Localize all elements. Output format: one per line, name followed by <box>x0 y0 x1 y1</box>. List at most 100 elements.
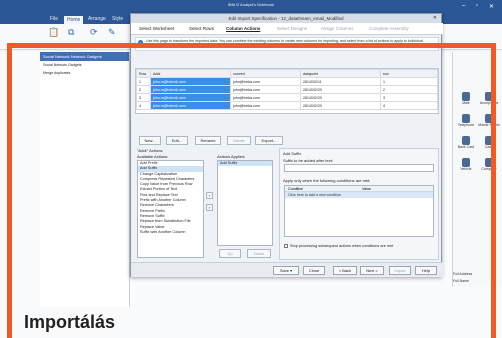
table-cell: 2 <box>136 85 151 94</box>
table-cell[interactable]: john@icbba.com <box>230 85 301 94</box>
table-row[interactable]: 4 john.m@icbenk.com john@icbba.com 28/10… <box>136 101 438 110</box>
actions-panel: "Addr" Actions: Available Actions: Actio… <box>137 148 274 260</box>
step-assign-columns: Assign Columns <box>321 26 354 31</box>
step-column-actions[interactable]: Column Actions <box>226 26 260 31</box>
sidebar-item[interactable]: Social Network Gadgets <box>40 61 129 69</box>
table-cell[interactable]: 3 <box>380 93 438 102</box>
suffix-input[interactable] <box>284 164 434 172</box>
palette-pane: Male Anonymous Telephone Mobile Phone Ba… <box>452 52 502 287</box>
palette-item-full-address[interactable]: Full Address <box>453 272 501 276</box>
applied-actions-label: Actions Applied: <box>217 154 246 159</box>
available-actions-label: Available Actions: <box>137 154 169 159</box>
column-header[interactable]: Addr <box>150 69 231 78</box>
list-item[interactable]: Add Suffix <box>218 161 272 167</box>
edit-column-button[interactable]: Edit... <box>166 136 188 145</box>
table-cell[interactable]: john@icbba.com <box>230 93 301 102</box>
column-header: Value <box>362 187 371 191</box>
tab-home[interactable]: Home <box>64 16 84 24</box>
table-row[interactable]: 1 john.m@icbenk.com john@icbba.com 28/10… <box>136 77 438 86</box>
table-cell: 1 <box>136 77 151 86</box>
new-column-button[interactable]: New... <box>139 136 161 145</box>
palette-item-anonymous[interactable]: Anonymous <box>478 92 500 105</box>
caption-text: Importálás <box>24 312 116 332</box>
paste-icon[interactable]: 📋 <box>48 27 59 38</box>
new-entity-icon[interactable]: ⧉ <box>68 27 74 38</box>
actions-title: "Addr" Actions: <box>137 148 164 153</box>
checkbox-icon[interactable] <box>284 244 288 248</box>
delete-column-button[interactable]: Delete <box>227 136 251 145</box>
import-spec-dialog: Edit Import Specification - 12_dataDream… <box>130 13 443 277</box>
next-button[interactable]: Next > <box>360 266 384 275</box>
add-action-button[interactable]: › <box>206 192 213 199</box>
palette-item-full-name[interactable]: Full Name <box>453 279 501 283</box>
palette-item-male[interactable]: Male <box>455 92 477 105</box>
tab-arrange[interactable]: Arrange <box>88 16 106 22</box>
table-cell[interactable]: john.m@icbenk.com <box>150 77 231 86</box>
add-condition-row[interactable]: Click here to add a new condition <box>285 192 433 198</box>
palette-item-computer[interactable]: Computer <box>478 158 500 171</box>
dialog-title: Edit Import Specification - 12_dataDream… <box>228 16 344 21</box>
table-cell[interactable]: john@icbba.com <box>230 101 301 110</box>
column-header[interactable]: convert <box>230 69 301 78</box>
stop-processing-label: Stop processing subsequent actions when … <box>290 244 394 248</box>
table-cell[interactable]: 4 <box>380 101 438 110</box>
window-title: IBM i2 Analyst's Notebook <box>227 2 275 7</box>
table-cell[interactable]: 1 <box>380 77 438 86</box>
stop-processing-checkbox[interactable]: Stop processing subsequent actions when … <box>284 244 393 248</box>
column-header: Condition <box>288 187 304 191</box>
sidebar-pane: Social Network Network Gadgets Social Ne… <box>40 52 130 307</box>
save-button[interactable]: Save ▾ <box>273 266 299 275</box>
import-button[interactable]: Import <box>389 266 411 275</box>
table-cell[interactable]: john@icbba.com <box>230 77 301 86</box>
dialog-title-bar: Edit Import Specification - 12_dataDream… <box>131 14 441 23</box>
app-window: IBM i2 Analyst's Notebook – ▫ ✕ File Hom… <box>0 0 502 338</box>
close-icon[interactable]: ✕ <box>433 14 437 23</box>
column-header[interactable]: datapoint <box>300 69 381 78</box>
info-panel: i Use this page to transform the importe… <box>135 37 439 51</box>
maximize-icon[interactable]: ▫ <box>476 3 478 9</box>
close-window-icon[interactable]: ✕ <box>489 3 494 10</box>
table-cell[interactable]: john.m@icbenk.com <box>150 93 231 102</box>
step-select-worksheet[interactable]: Select Worksheet <box>139 26 174 31</box>
table-cell[interactable]: 2 <box>380 85 438 94</box>
export-button[interactable]: Export... <box>255 136 283 145</box>
palette-item-vehicle[interactable]: Vehicle <box>455 158 477 171</box>
back-button[interactable]: < Back <box>333 266 357 275</box>
table-cell[interactable]: 28/10/02/20 <box>300 85 381 94</box>
tab-style[interactable]: Style <box>112 16 123 22</box>
data-preview-grid[interactable]: Row Addr convert datapoint sno 1 john.m@… <box>135 68 439 114</box>
step-complete-assembly: Complete Assembly <box>369 26 409 31</box>
help-button[interactable]: Help <box>415 266 437 275</box>
format-icon[interactable]: ✎ <box>108 27 116 38</box>
palette-item-telephone[interactable]: Telephone <box>455 114 477 127</box>
palette-item-cash[interactable]: Cash <box>478 136 500 149</box>
list-item[interactable]: Suffix with Another Column <box>138 230 203 235</box>
remove-action-button[interactable]: ‹ <box>206 204 213 211</box>
applied-actions-list[interactable]: Add Suffix <box>217 160 273 246</box>
step-select-rows[interactable]: Select Rows <box>189 26 214 31</box>
available-actions-list[interactable]: Add Prefix Add Suffix Change Capitalizat… <box>137 160 204 258</box>
sidebar-item[interactable]: Merge duplicates <box>40 69 129 77</box>
conditions-table[interactable]: Condition Value Click here to add a new … <box>284 185 434 237</box>
table-cell[interactable]: 28/10/02/20 <box>300 93 381 102</box>
table-row[interactable]: 3 john.m@icbenk.com john@icbba.com 28/10… <box>136 93 438 102</box>
close-button[interactable]: Close <box>303 266 325 275</box>
action-settings-title: Add Suffix <box>283 151 302 156</box>
table-cell[interactable]: john.m@icbenk.com <box>150 101 231 110</box>
conditions-label: Apply only when the following conditions… <box>283 178 371 183</box>
move-up-button[interactable]: Up <box>219 249 241 258</box>
column-header[interactable]: sno <box>380 69 438 78</box>
link-icon[interactable]: ⟳ <box>90 27 98 38</box>
table-cell[interactable]: john.m@icbenk.com <box>150 85 231 94</box>
palette-item-bank-card[interactable]: Bank Card <box>455 136 477 149</box>
table-cell[interactable]: 28/10/02/11 <box>300 77 381 86</box>
minimize-icon[interactable]: – <box>462 3 465 9</box>
rename-column-button[interactable]: Rename <box>195 136 221 145</box>
move-down-button[interactable]: Down <box>247 249 271 258</box>
info-icon: i <box>138 40 143 45</box>
palette-item-mobile[interactable]: Mobile Phone <box>478 114 500 127</box>
column-header: Row <box>136 69 151 78</box>
table-row[interactable]: 2 john.m@icbenk.com john@icbba.com 28/10… <box>136 85 438 94</box>
table-cell[interactable]: 28/10/02/20 <box>300 101 381 110</box>
tab-file[interactable]: File <box>50 16 58 22</box>
